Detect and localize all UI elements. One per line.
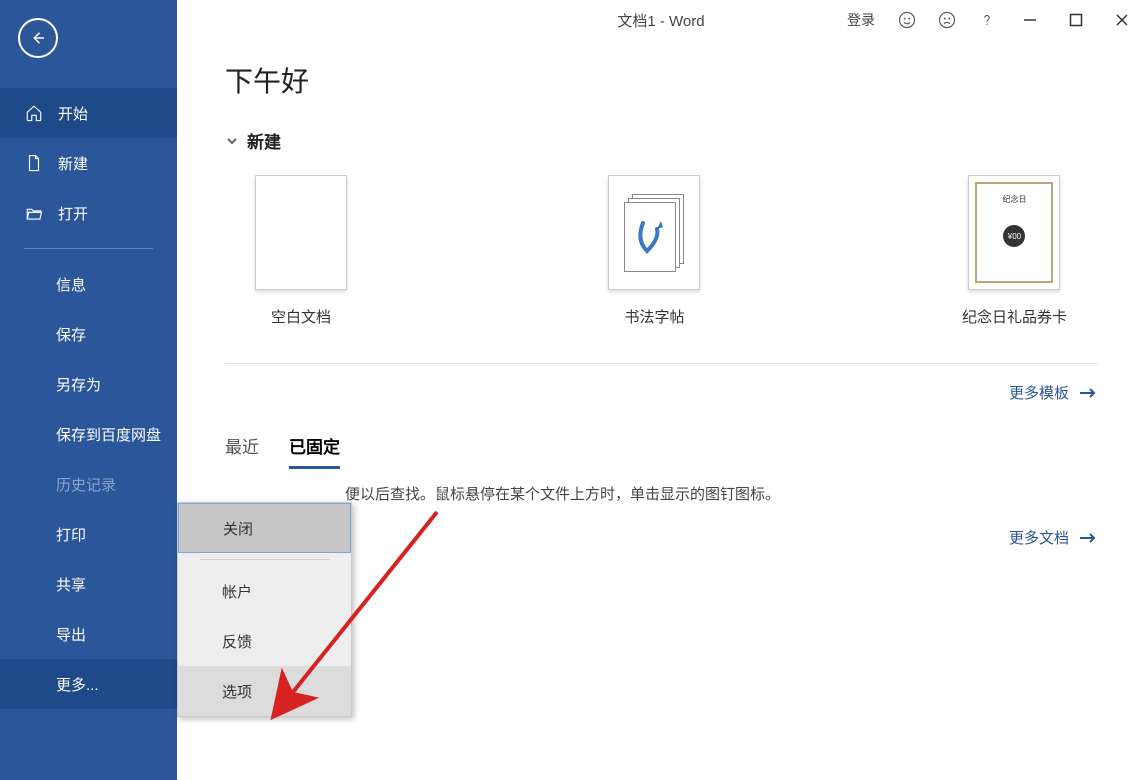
- sidebar-item-label: 导出: [56, 624, 86, 645]
- close-icon[interactable]: [1099, 0, 1145, 40]
- file-icon: [24, 153, 44, 173]
- more-docs-link[interactable]: 更多文档: [225, 527, 1097, 548]
- sidebar-item-start[interactable]: 开始: [0, 88, 177, 138]
- sidebar-item-label: 打开: [58, 203, 88, 224]
- template-caption: 纪念日礼品券卡: [962, 306, 1067, 327]
- tab-recent[interactable]: 最近: [225, 433, 259, 469]
- sidebar-item-new[interactable]: 新建: [0, 138, 177, 188]
- sidebar-item-info[interactable]: 信息: [0, 259, 177, 309]
- title-bar: 文档1 - Word 登录: [177, 0, 1145, 40]
- sidebar-item-label: 保存: [56, 324, 86, 345]
- title-bar-right: 登录: [835, 0, 1145, 40]
- pinned-hint: 便以后查找。鼠标悬停在某个文件上方时，单击显示的图钉图标。: [225, 483, 1097, 507]
- sidebar-item-history: 历史记录: [0, 459, 177, 509]
- sidebar-item-label: 打印: [56, 524, 86, 545]
- more-templates-link[interactable]: 更多模板: [225, 382, 1097, 403]
- sad-icon[interactable]: [927, 0, 967, 40]
- sidebar-item-label: 新建: [58, 153, 88, 174]
- sidebar-item-label: 更多...: [56, 674, 99, 695]
- template-caption: 空白文档: [271, 306, 331, 327]
- template-blank[interactable]: 空白文档: [255, 175, 347, 327]
- template-caption: 书法字帖: [624, 306, 684, 327]
- popup-item-options[interactable]: 选项: [178, 666, 351, 716]
- section-new-label: 新建: [247, 128, 281, 153]
- template-certificate[interactable]: 纪念日 ¥00 纪念日礼品券卡: [962, 175, 1067, 327]
- more-docs-label: 更多文档: [1009, 527, 1069, 548]
- arrow-right-icon: [1079, 532, 1097, 544]
- sidebar-item-label: 信息: [56, 274, 86, 295]
- home-icon: [24, 103, 44, 123]
- doc-tabs: 最近 已固定: [225, 433, 1097, 469]
- divider: [225, 363, 1097, 364]
- more-templates-label: 更多模板: [1009, 382, 1069, 403]
- sidebar-item-label: 保存到百度网盘: [56, 424, 161, 445]
- sidebar-item-label: 开始: [58, 103, 88, 124]
- sidebar-item-saveas[interactable]: 另存为: [0, 359, 177, 409]
- popup-item-feedback[interactable]: 反馈: [178, 616, 351, 666]
- sidebar-item-open[interactable]: 打开: [0, 188, 177, 238]
- sidebar-item-save-baidu[interactable]: 保存到百度网盘: [0, 409, 177, 459]
- sidebar-separator: [24, 248, 153, 249]
- sidebar-item-label: 另存为: [56, 374, 101, 395]
- section-new-toggle[interactable]: 新建: [225, 128, 1097, 153]
- help-icon[interactable]: [967, 0, 1007, 40]
- sidebar-item-label: 历史记录: [56, 474, 116, 495]
- popup-item-account[interactable]: 帐户: [178, 566, 351, 616]
- sidebar: 开始 新建 打开 信息 保存 另存为 保存到百度网盘 历史记录 打印 共享 导出…: [0, 0, 177, 780]
- window-title: 文档1 - Word: [617, 10, 704, 31]
- chevron-down-icon: [225, 134, 239, 148]
- sidebar-item-share[interactable]: 共享: [0, 559, 177, 609]
- login-link[interactable]: 登录: [835, 10, 887, 30]
- sidebar-item-print[interactable]: 打印: [0, 509, 177, 559]
- cert-coin: ¥00: [1003, 225, 1025, 247]
- page-title: 下午好: [225, 60, 1097, 100]
- sidebar-item-export[interactable]: 导出: [0, 609, 177, 659]
- cert-title: 纪念日: [1002, 194, 1026, 205]
- minimize-icon[interactable]: [1007, 0, 1053, 40]
- template-gallery: 空白文档 书法字帖 纪念日 ¥00 纪念日礼品券卡: [255, 175, 1067, 327]
- popup-item-close[interactable]: 关闭: [178, 503, 351, 553]
- popup-separator: [200, 559, 329, 560]
- back-button[interactable]: [18, 18, 58, 58]
- sidebar-item-more[interactable]: 更多...: [0, 659, 177, 709]
- maximize-icon[interactable]: [1053, 0, 1099, 40]
- template-blank-thumb: [255, 175, 347, 290]
- folder-open-icon: [24, 203, 44, 223]
- sidebar-item-label: 共享: [56, 574, 86, 595]
- template-calligraphy-thumb: [608, 175, 700, 290]
- template-calligraphy[interactable]: 书法字帖: [608, 175, 700, 327]
- smile-icon[interactable]: [887, 0, 927, 40]
- tab-pinned[interactable]: 已固定: [289, 433, 340, 469]
- more-popup: 关闭 帐户 反馈 选项: [177, 502, 352, 717]
- template-certificate-thumb: 纪念日 ¥00: [968, 175, 1060, 290]
- arrow-right-icon: [1079, 387, 1097, 399]
- sidebar-item-save[interactable]: 保存: [0, 309, 177, 359]
